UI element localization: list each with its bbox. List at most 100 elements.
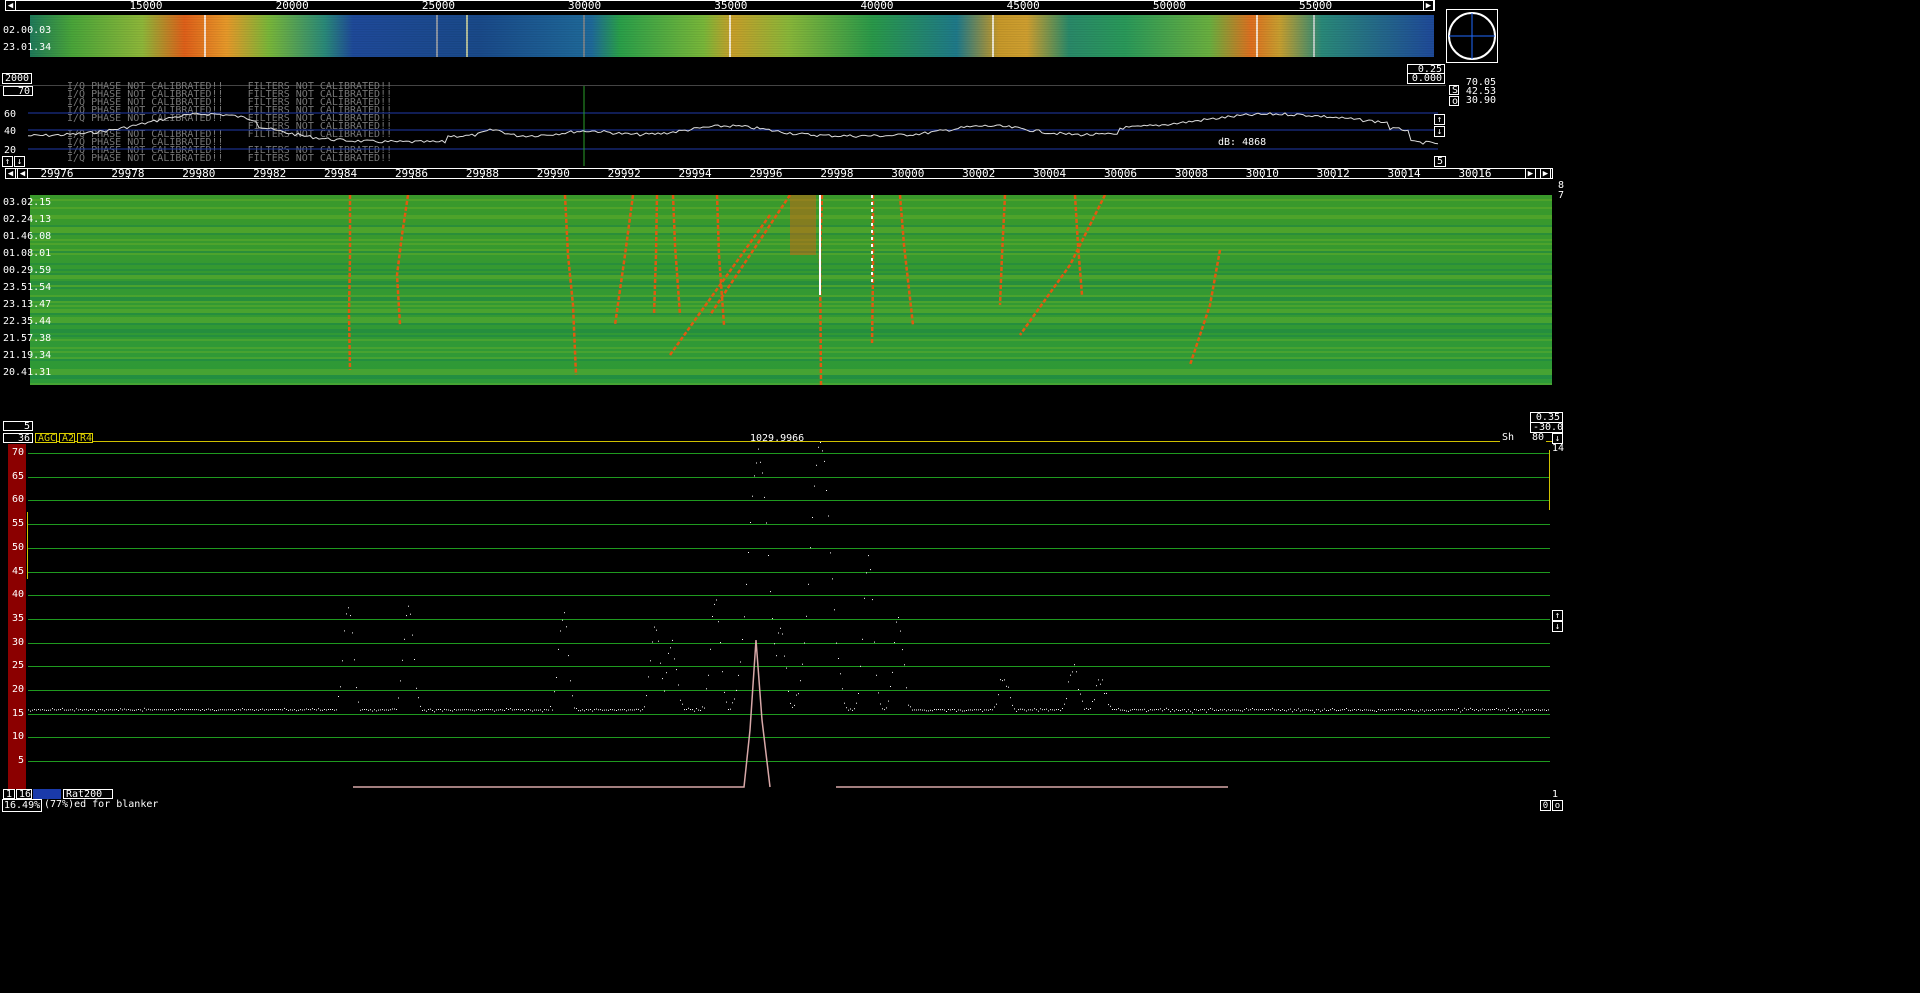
baseband-trace-point: [946, 711, 947, 712]
baseband-trace-point: [1290, 708, 1291, 710]
baseband-trace-point: [1390, 709, 1391, 711]
baseband-trace-point: [64, 709, 65, 711]
baseband-trace-point: [534, 709, 535, 711]
baseband-trace-point: [706, 688, 707, 690]
baseband-ylabel-35: 35: [11, 612, 24, 624]
baseband-trace-point: [1470, 707, 1471, 709]
hires-scroll-right-arrow-2[interactable]: ▶: [1540, 168, 1551, 179]
baseband-trace-point: [260, 709, 261, 710]
baseband-trace-point: [1478, 710, 1479, 712]
hires-waterfall-row: [30, 285, 1552, 287]
baseband-trace-point: [828, 515, 829, 517]
baseband-ylabel-40: 40: [11, 589, 24, 601]
baseband-trace-point: [100, 709, 101, 711]
baseband-trace-point: [88, 709, 89, 711]
baseband-trace-point: [1126, 710, 1127, 712]
hires-waterfall-row: [30, 273, 1552, 275]
wide-waterfall[interactable]: [30, 15, 1434, 57]
wide-left-value-box[interactable]: 2000: [2, 73, 32, 84]
baseband-trace-point: [1264, 709, 1265, 711]
baseband-trace-point: [320, 709, 321, 711]
meter-letter-s[interactable]: S: [1449, 85, 1459, 96]
small-spectrum-right-up-arrow[interactable]: ↑: [1434, 114, 1445, 125]
baseband-trace-point: [998, 694, 999, 696]
bottom-right-button-1[interactable]: 0: [1540, 800, 1551, 811]
baseband-trace-point: [1388, 709, 1389, 711]
baseband-down-arrow[interactable]: ↓: [1552, 621, 1563, 632]
baseband-trace-point: [1352, 709, 1353, 711]
baseband-trace-point: [736, 689, 737, 691]
wide-scroll-right-arrow[interactable]: ▶: [1423, 0, 1434, 11]
hires-scroll-left-arrow[interactable]: ◀: [5, 168, 16, 179]
baseband-trace-point: [598, 709, 599, 711]
baseband-trace-point: [880, 703, 881, 705]
bottom-number-16[interactable]: 16: [16, 789, 32, 800]
baseband-trace-point: [626, 710, 627, 712]
baseband-trace-point: [1460, 711, 1461, 713]
bottom-number-1[interactable]: 1: [3, 789, 15, 800]
baseband-trace-point: [908, 704, 909, 706]
small-spectrum-down-arrow[interactable]: ↓: [14, 156, 25, 167]
baseband-trace-point: [426, 710, 427, 712]
baseband-trace-point: [344, 630, 345, 632]
wide-scroll-left-arrow[interactable]: ◀: [5, 0, 16, 11]
baseband-trace-point: [858, 693, 859, 694]
baseband-trace-point: [1430, 709, 1431, 711]
baseband-trace-point: [1384, 709, 1385, 711]
baseband-trace-point: [102, 709, 103, 711]
baseband-trace-point: [1240, 710, 1241, 712]
bottom-corner-number: 1: [1552, 789, 1559, 800]
baseband-trace-point: [548, 709, 549, 711]
small-spectrum-right-down-arrow[interactable]: ↓: [1434, 126, 1445, 137]
baseband-trace-point: [228, 709, 229, 711]
baseband-trace-point: [696, 708, 697, 710]
bottom-right-button-2[interactable]: o: [1552, 800, 1563, 811]
baseband-trace-point: [734, 698, 735, 700]
baseband-trace-point: [566, 626, 567, 628]
baseband-trace-point: [1354, 709, 1355, 710]
baseband-trace-point: [618, 709, 619, 711]
baseband-trace-point: [992, 709, 993, 711]
baseband-trace-point: [136, 709, 137, 711]
baseband-trace-point: [328, 709, 329, 710]
baseband-trace-point: [1524, 709, 1525, 711]
baseband-trace-point: [1480, 709, 1481, 711]
baseband-trace-point: [1192, 712, 1193, 714]
baseband-trace-point: [904, 664, 905, 666]
hires-waterfall-row: [30, 373, 1552, 375]
wide-right-bottom-box[interactable]: 0.000: [1407, 73, 1445, 84]
baseband-trace-point: [1098, 679, 1099, 681]
baseband-trace-point: [966, 710, 967, 711]
baseband-trace-point: [650, 660, 651, 662]
baseband-trace-point: [1316, 709, 1317, 711]
hires-waterfall-row: [30, 283, 1552, 285]
baseband-trace-point: [1252, 708, 1253, 709]
meter-letter-o[interactable]: o: [1449, 96, 1459, 107]
hires-scroll-right-arrow[interactable]: ▶: [1525, 168, 1536, 179]
baseband-trace-point: [192, 709, 193, 711]
baseband-trace-point: [814, 485, 815, 487]
hires-left-box[interactable]: 5: [3, 421, 33, 432]
baseband-trace-point: [500, 709, 501, 711]
hires-scroll-left-arrow-2[interactable]: ◀: [17, 168, 28, 179]
baseband-trace-point: [158, 709, 159, 711]
baseband-trace-point: [516, 709, 517, 711]
baseband-trace-point: [826, 490, 827, 491]
baseband-trace-point: [464, 709, 465, 711]
baseband-trace-point: [718, 621, 719, 623]
hires-waterfall-row: [30, 313, 1552, 315]
small-spectrum-down-box[interactable]: 5: [1434, 156, 1446, 167]
hires-waterfall[interactable]: [30, 195, 1552, 385]
baseband-trace-point: [860, 665, 861, 667]
baseband-trace-point: [1370, 709, 1371, 711]
small-spectrum-up-arrow[interactable]: ↑: [2, 156, 13, 167]
baseband-trace-point: [902, 649, 903, 651]
baseband-trace-point: [118, 710, 119, 711]
baseband-trace-point: [1060, 710, 1061, 712]
bottom-blue-field[interactable]: [33, 789, 61, 799]
baseband-trace-point: [1268, 709, 1269, 711]
baseband-trace-point: [646, 695, 647, 697]
rat-button[interactable]: Rat200: [63, 789, 113, 800]
baseband-trace-point: [742, 639, 743, 640]
baseband-up-arrow[interactable]: ↑: [1552, 610, 1563, 621]
